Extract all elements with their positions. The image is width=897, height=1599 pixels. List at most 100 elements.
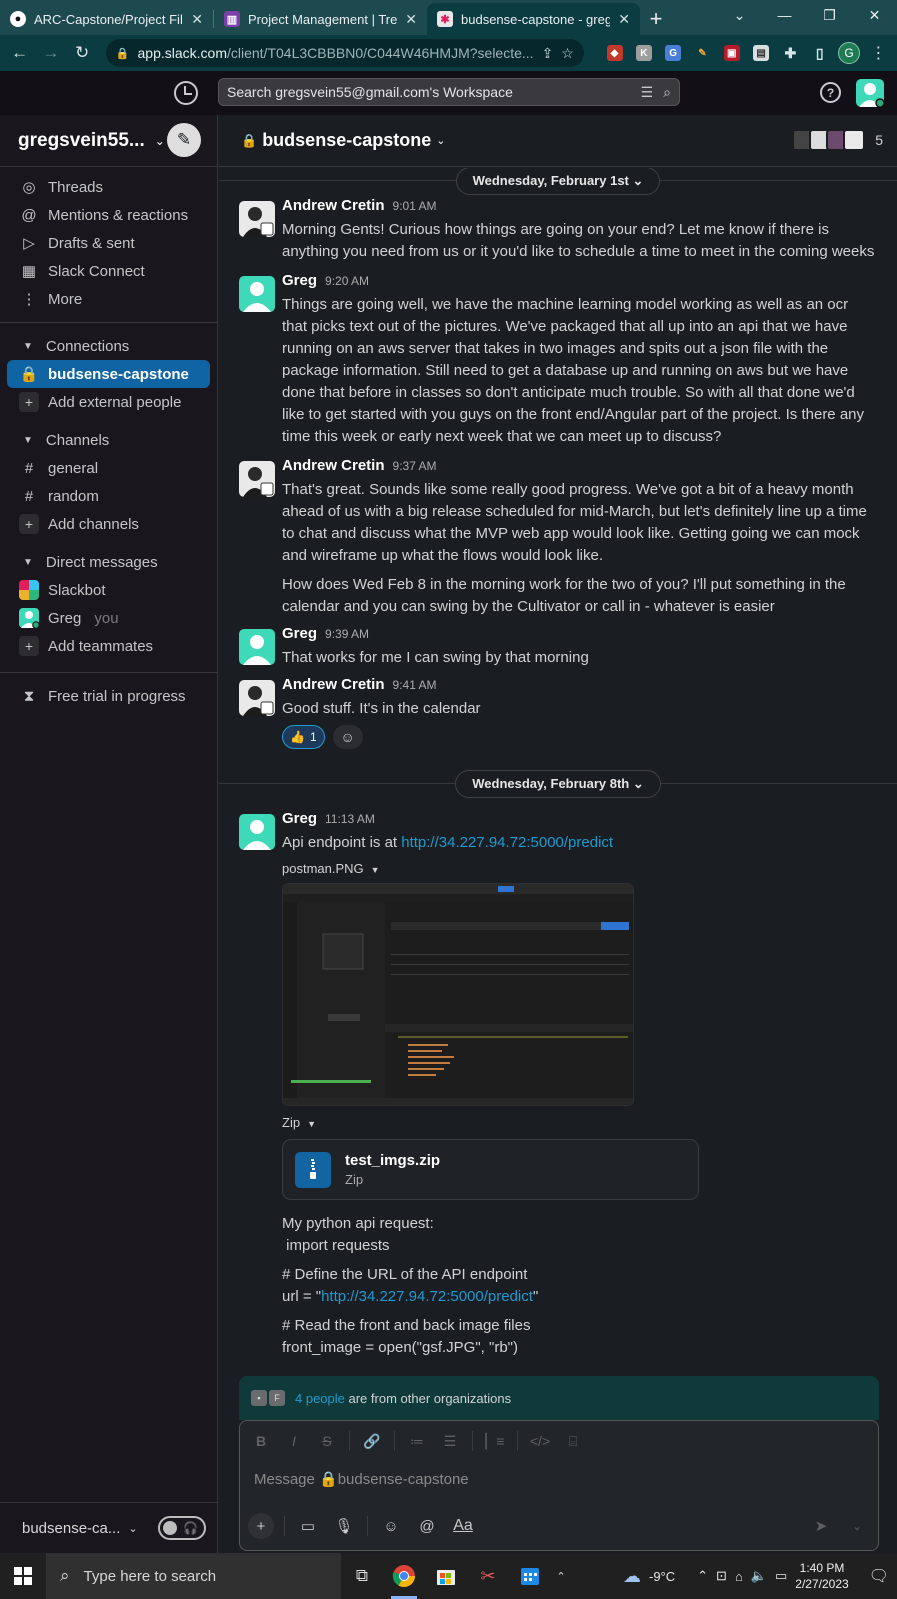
compose-button[interactable]: ✎ [167,123,201,157]
extension-box-icon[interactable]: ▤ [748,40,773,66]
task-view-icon[interactable]: ⧉ [341,1553,383,1599]
sender-name[interactable]: Andrew Cretin [282,457,385,474]
forward-icon[interactable]: → [37,39,64,67]
greg-avatar[interactable] [239,814,275,850]
back-icon[interactable]: ← [6,39,33,67]
extension-pen-icon[interactable]: ✎ [690,40,715,66]
timestamp[interactable]: 9:41 AM [393,678,437,692]
chrome-taskbar-icon[interactable] [383,1553,425,1599]
timestamp[interactable]: 9:20 AM [325,274,369,288]
emoji-icon[interactable]: ☺ [378,1513,404,1539]
windows-start-icon[interactable] [0,1553,46,1599]
temperature[interactable]: -9°C [649,1569,675,1584]
add-channels[interactable]: + Add channels [0,510,217,538]
help-icon[interactable]: ? [820,82,841,103]
footer-workspace-name[interactable]: budsense-ca... [22,1520,120,1537]
clock[interactable]: 1:40 PM 2/27/2023 [795,1560,848,1592]
section-direct-messages[interactable]: ▼ Direct messages [0,548,217,576]
timestamp[interactable]: 9:01 AM [393,199,437,213]
postman-screenshot[interactable] [282,883,634,1106]
sidebar-item-budsense-capstone[interactable]: 🔒 budsense-capstone [7,360,210,388]
restore-icon[interactable]: ❐ [807,0,852,30]
bluetooth-icon[interactable]: ▭ [775,1568,787,1584]
sidebar-item-mentions[interactable]: @ Mentions & reactions [0,201,217,229]
message-composer[interactable]: B I S 🔗 ≔ ☰ ▏≡ </> ⌸ Message 🔒budsense-c… [239,1420,879,1551]
reaction-thumbs-up[interactable]: 👍 1 [282,725,325,749]
browser-tab-trello[interactable]: ▥ Project Management | Trello ✕ [214,3,427,35]
sender-name[interactable]: Greg [282,625,317,642]
new-tab-button[interactable]: + [640,3,672,35]
url-link[interactable]: http://34.227.94.72:5000/predict [321,1288,533,1305]
user-avatar[interactable] [856,79,884,107]
andrew-avatar[interactable] [239,680,275,716]
close-icon[interactable]: ✕ [191,11,203,28]
add-reaction-button[interactable]: ☺ [332,725,363,749]
date-pill[interactable]: Wednesday, February 1st ⌄ [455,168,661,195]
weather-cloud-icon[interactable]: ☁ [623,1566,641,1587]
blockquote-icon[interactable]: ▏≡ [484,1430,506,1452]
sidebar-item-drafts[interactable]: ▷ Drafts & sent [0,229,217,257]
timestamp[interactable]: 9:39 AM [325,627,369,641]
browser-tab-github[interactable]: ● ARC-Capstone/Project Files ✕ [0,3,213,35]
zip-attachment[interactable]: test_imgs.zip Zip [282,1139,699,1200]
chevron-down-icon[interactable]: ⌄ [844,1513,870,1539]
member-avatars[interactable]: 5 [792,129,883,151]
ordered-list-icon[interactable]: ≔ [406,1430,428,1452]
sidebar-item-more[interactable]: ⋮ More [0,285,217,313]
greg-avatar[interactable] [239,276,275,312]
andrew-avatar[interactable] [239,461,275,497]
ublock-icon[interactable]: ◆ [602,40,627,66]
extensions-puzzle-icon[interactable]: ✚ [778,40,803,66]
channel-title[interactable]: budsense-capstone [262,130,431,151]
store-taskbar-icon[interactable] [425,1553,467,1599]
calendar-taskbar-icon[interactable] [509,1553,551,1599]
huddle-toggle[interactable]: 🎧 [158,1516,206,1540]
sender-name[interactable]: Andrew Cretin [282,676,385,693]
people-link[interactable]: 4 people [295,1391,345,1406]
link-icon[interactable]: 🔗 [361,1430,383,1452]
address-bar[interactable]: 🔒 app.slack.com/client/T04L3CBBBN0/C044W… [105,39,584,67]
sidebar-item-threads[interactable]: ◎ Threads [0,173,217,201]
extension-k-icon[interactable]: K [631,40,656,66]
history-icon[interactable] [174,81,198,105]
wifi-icon[interactable]: ⌂ [735,1569,743,1584]
add-teammates[interactable]: + Add teammates [0,632,217,660]
filter-icon[interactable]: ☰ [641,84,654,101]
attach-plus-icon[interactable]: + [248,1513,274,1539]
microphone-icon[interactable]: 🎙 [331,1513,357,1539]
tab-search-icon[interactable]: ⌄ [717,0,762,30]
volume-icon[interactable]: 🔈 [751,1568,767,1584]
zip-file-label[interactable]: Zip ▼ [282,1115,877,1130]
free-trial-item[interactable]: ⧗ Free trial in progress [0,682,217,710]
formatting-toggle[interactable]: Aa [450,1513,476,1539]
date-pill[interactable]: Wednesday, February 8th ⌄ [455,770,661,798]
extension-red-icon[interactable]: ▣ [719,40,744,66]
share-icon[interactable]: ⇪ [542,45,554,62]
andrew-avatar[interactable] [239,201,275,237]
sidebar-item-slack-connect[interactable]: ▦ Slack Connect [0,257,217,285]
tray-expand-icon[interactable]: ⌃ [697,1568,708,1584]
code-icon[interactable]: </> [529,1430,551,1452]
video-icon[interactable]: ▭ [295,1513,321,1539]
timestamp[interactable]: 9:37 AM [393,459,437,473]
bulleted-list-icon[interactable]: ☰ [439,1430,461,1452]
send-icon[interactable]: ➤ [808,1513,834,1539]
bold-icon[interactable]: B [250,1430,272,1452]
italic-icon[interactable]: I [283,1430,305,1452]
dm-greg[interactable]: Greg you [0,604,217,632]
translate-icon[interactable]: G [660,40,685,66]
taskbar-search[interactable]: ⌕ Type here to search [46,1553,341,1599]
profile-avatar[interactable]: G [836,40,861,66]
api-link[interactable]: http://34.227.94.72:5000/predict [401,834,613,851]
code-block-icon[interactable]: ⌸ [562,1430,584,1452]
reload-icon[interactable]: ↻ [69,39,96,67]
strikethrough-icon[interactable]: S [316,1430,338,1452]
chrome-menu-icon[interactable]: ⋮ [866,40,891,66]
close-icon[interactable]: ✕ [618,11,630,28]
snip-taskbar-icon[interactable]: ✂ [467,1553,509,1599]
sidebar-item-random[interactable]: # random [0,482,217,510]
bookmark-star-icon[interactable]: ☆ [561,45,574,62]
dm-slackbot[interactable]: Slackbot [0,576,217,604]
notifications-icon[interactable]: 🗨 [869,1566,889,1586]
greg-avatar[interactable] [239,629,275,665]
